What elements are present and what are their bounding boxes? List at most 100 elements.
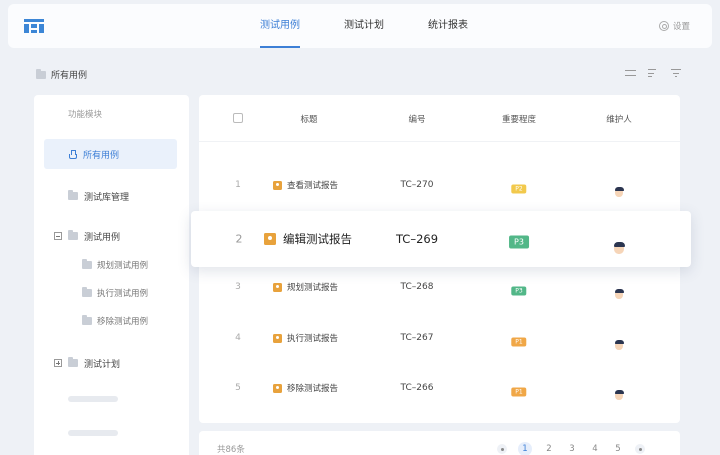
row-title[interactable]: 查看测试报告	[273, 179, 338, 191]
column-header-code[interactable]: 编号	[408, 113, 425, 125]
breadcrumb-label: 所有用例	[51, 71, 88, 81]
page-3[interactable]: 3	[566, 444, 578, 454]
table-row[interactable]: 3 规划测试报告 TC–268 P3	[199, 262, 680, 312]
row-number: 3	[235, 282, 241, 292]
settings-button[interactable]: 设置	[658, 20, 690, 32]
row-number: 4	[235, 333, 241, 343]
sidebar-item-label: 测试库管理	[84, 192, 130, 203]
sidebar-subitem-plan-cases[interactable]: 规划测试用例	[82, 259, 148, 271]
sidebar-item-label: 测试用例	[84, 232, 121, 243]
sidebar-item-label: 测试计划	[84, 359, 121, 370]
row-number: 5	[235, 383, 241, 393]
page-5[interactable]: 5	[612, 444, 624, 454]
sidebar-subitem-remove-cases[interactable]: 移除测试用例	[82, 315, 148, 327]
priority-badge: P1	[511, 379, 527, 398]
column-header-title[interactable]: 标题	[300, 113, 317, 125]
priority-badge: P2	[511, 176, 527, 195]
sidebar-item-test-plans[interactable]: 测试计划	[44, 348, 177, 378]
table-row[interactable]: 5 移除测试报告 TC–266 P1	[199, 363, 680, 413]
expand-icon[interactable]	[54, 359, 62, 367]
row-title[interactable]: 移除测试报告	[273, 382, 338, 394]
loading-placeholder	[68, 396, 118, 402]
sidebar-subitem-label: 规划测试用例	[97, 261, 149, 271]
swap-icon[interactable]	[625, 68, 636, 78]
header-divider	[199, 141, 680, 142]
row-title[interactable]: 编辑测试报告	[264, 231, 352, 247]
priority-badge: P3	[511, 278, 527, 297]
sidebar-title: 功能模块	[68, 110, 103, 120]
folder-icon	[82, 287, 92, 297]
row-title-text: 查看测试报告	[287, 181, 339, 191]
priority-badge-label: P3	[509, 235, 529, 249]
loading-placeholder	[68, 430, 118, 436]
priority-badge: P3	[509, 230, 529, 249]
test-case-icon	[264, 233, 276, 245]
row-number: 2	[235, 232, 243, 246]
sidebar-item-test-cases[interactable]: 测试用例	[44, 221, 177, 251]
folder-icon	[82, 259, 92, 269]
tab-test-cases[interactable]: 测试用例	[238, 4, 322, 48]
test-case-icon	[273, 333, 282, 343]
select-all-checkbox[interactable]	[233, 113, 243, 123]
test-case-icon	[273, 383, 282, 393]
row-number: 1	[235, 180, 241, 190]
folder-icon	[36, 68, 46, 79]
folder-icon	[82, 315, 92, 325]
folder-icon	[68, 190, 78, 200]
priority-badge: P1	[511, 329, 527, 348]
collapse-icon[interactable]	[54, 232, 62, 240]
priority-badge-label: P3	[511, 286, 527, 296]
test-case-table: 标题 编号 重要程度 维护人 1 查看测试报告 TC–270 P2 2 编辑测试…	[191, 95, 691, 423]
tab-test-plans[interactable]: 测试计划	[322, 4, 406, 48]
priority-badge-label: P2	[511, 184, 527, 194]
breadcrumb: 所有用例	[36, 68, 87, 81]
row-code: TC–268	[400, 282, 434, 292]
row-code: TC–266	[400, 383, 434, 393]
flask-icon	[68, 149, 77, 159]
row-title[interactable]: 规划测试报告	[273, 281, 338, 293]
pagination: 1 2 3 4 5	[497, 442, 645, 455]
sidebar-subitem-label: 移除测试用例	[97, 317, 149, 327]
sidebar-subitem-execute-cases[interactable]: 执行测试用例	[82, 287, 148, 299]
sidebar-item-all-cases[interactable]: 所有用例	[44, 139, 177, 169]
gear-icon	[658, 21, 669, 31]
total-count: 共86条	[217, 445, 245, 455]
row-title[interactable]: 执行测试报告	[273, 332, 338, 344]
tab-statistics[interactable]: 统计报表	[406, 4, 490, 48]
column-header-maintainer[interactable]: 维护人	[606, 113, 632, 125]
priority-badge-label: P1	[511, 387, 527, 397]
page-1[interactable]: 1	[518, 442, 532, 455]
row-code: TC–269	[395, 232, 439, 246]
test-case-icon	[273, 282, 282, 292]
pagination-bar: 共86条 1 2 3 4 5	[199, 431, 680, 455]
row-title-text: 执行测试报告	[287, 334, 339, 344]
table-toolbar	[625, 68, 682, 78]
row-title-text: 规划测试报告	[287, 283, 339, 293]
next-page-icon[interactable]	[635, 444, 645, 454]
folder-icon	[68, 230, 78, 240]
sidebar-item-label: 所有用例	[83, 150, 120, 161]
row-title-text: 移除测试报告	[287, 384, 339, 394]
column-header-priority[interactable]: 重要程度	[502, 113, 536, 125]
filter-icon[interactable]	[671, 68, 682, 78]
table-row[interactable]: 1 查看测试报告 TC–270 P2	[199, 160, 680, 210]
app-logo-icon[interactable]	[24, 19, 44, 33]
priority-badge-label: P1	[511, 337, 527, 347]
folder-icon	[68, 357, 78, 367]
row-title-text: 编辑测试报告	[283, 232, 352, 246]
prev-page-icon[interactable]	[497, 444, 507, 454]
sort-icon[interactable]	[648, 68, 659, 78]
row-code: TC–270	[400, 180, 434, 190]
table-row-highlighted[interactable]: 2 编辑测试报告 TC–269 P3	[191, 211, 691, 267]
table-row[interactable]: 4 执行测试报告 TC–267 P1	[199, 313, 680, 363]
top-navigation-bar: 测试用例 测试计划 统计报表 设置	[8, 4, 712, 48]
page-4[interactable]: 4	[589, 444, 601, 454]
settings-label: 设置	[672, 22, 690, 32]
main-tabs: 测试用例 测试计划 统计报表	[238, 4, 490, 48]
page-2[interactable]: 2	[543, 444, 555, 454]
sidebar-item-library[interactable]: 测试库管理	[44, 181, 177, 211]
module-sidebar: 功能模块 所有用例 测试库管理 测试用例 规划测试用例 执行测试用例 移除测试用…	[34, 95, 189, 455]
sidebar-subitem-label: 执行测试用例	[97, 289, 149, 299]
test-case-icon	[273, 180, 282, 190]
row-code: TC–267	[400, 333, 434, 343]
